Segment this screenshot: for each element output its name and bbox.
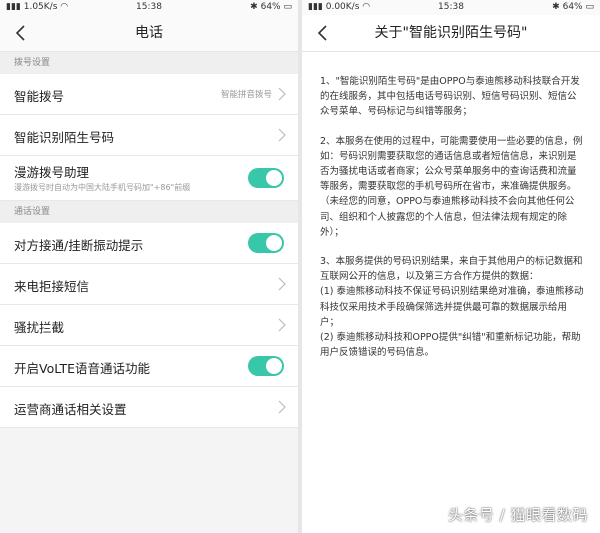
setting-value: 智能拼音拨号 bbox=[220, 90, 272, 100]
paragraph-2: 2、本服务在使用的过程中，可能需要使用一些必要的信息，例如：号码识别需要获取您的… bbox=[320, 135, 583, 238]
battery-percent: 64% bbox=[260, 2, 281, 12]
chevron-right-icon bbox=[278, 277, 286, 291]
status-right: ✱ 64% ▭ bbox=[552, 0, 594, 15]
title-bar: 关于"智能识别陌生号码" bbox=[302, 15, 600, 52]
status-bar: ▮▮▮ 0.00K/s ◠ 15:38 ✱ 64% ▭ bbox=[302, 0, 600, 15]
chevron-right-icon bbox=[278, 87, 286, 101]
battery-icon: ▭ bbox=[585, 2, 594, 12]
setting-volte: 开启VoLTE语音通话功能 bbox=[0, 346, 298, 387]
phone-settings-screen: ▮▮▮ 1.05K/s ◠ 15:38 ✱ 64% ▭ 电话 拨号设置 智能拨号… bbox=[0, 0, 298, 533]
setting-vibrate-on-connect: 对方接通/挂断振动提示 bbox=[0, 223, 298, 264]
status-right: ✱ 64% ▭ bbox=[250, 0, 292, 15]
section-header-dial: 拨号设置 bbox=[0, 52, 298, 74]
chevron-right-icon bbox=[278, 400, 286, 414]
page-title: 关于"智能识别陌生号码" bbox=[374, 25, 528, 41]
toggle-knob bbox=[266, 235, 282, 251]
vibrate-toggle[interactable] bbox=[248, 233, 284, 253]
about-content: 1、"智能识别陌生号码"是由OPPO与泰迪熊移动科技联合开发的在线服务，其中包括… bbox=[302, 52, 600, 360]
paragraph-3: 3、本服务提供的号码识别结果，来自于其他用户的标记数据和互联网公开的信息，以及第… bbox=[320, 256, 584, 359]
battery-percent: 64% bbox=[562, 2, 583, 12]
chevron-right-icon bbox=[278, 318, 286, 332]
watermark: 头条号 / 猫眼看数码 bbox=[447, 506, 588, 524]
about-screen: ▮▮▮ 0.00K/s ◠ 15:38 ✱ 64% ▭ 关于"智能识别陌生号码"… bbox=[302, 0, 600, 533]
toggle-knob bbox=[266, 358, 282, 374]
volte-toggle[interactable] bbox=[248, 356, 284, 376]
bluetooth-icon: ✱ bbox=[250, 2, 258, 12]
title-bar: 电话 bbox=[0, 15, 298, 52]
bluetooth-icon: ✱ bbox=[552, 2, 560, 12]
page-title: 电话 bbox=[135, 25, 163, 41]
setting-identify-unknown-numbers[interactable]: 智能识别陌生号码 bbox=[0, 115, 298, 156]
setting-description: 漫游拨号时自动为中国大陆手机号码加"+86"前缀 bbox=[14, 183, 191, 192]
setting-harassment-block[interactable]: 骚扰拦截 bbox=[0, 305, 298, 346]
setting-carrier-call[interactable]: 运营商通话相关设置 bbox=[0, 387, 298, 428]
status-bar: ▮▮▮ 1.05K/s ◠ 15:38 ✱ 64% ▭ bbox=[0, 0, 298, 15]
paragraph-1: 1、"智能识别陌生号码"是由OPPO与泰迪熊移动科技联合开发的在线服务，其中包括… bbox=[320, 76, 580, 118]
roaming-toggle[interactable] bbox=[248, 168, 284, 188]
chevron-right-icon bbox=[278, 128, 286, 142]
setting-roaming-dial-assistant: 漫游拨号助理 漫游拨号时自动为中国大陆手机号码加"+86"前缀 bbox=[0, 156, 298, 201]
section-header-call: 通话设置 bbox=[0, 201, 298, 223]
setting-reject-sms[interactable]: 来电拒接短信 bbox=[0, 264, 298, 305]
toggle-knob bbox=[266, 170, 282, 186]
battery-icon: ▭ bbox=[283, 2, 292, 12]
setting-smart-dial[interactable]: 智能拨号 智能拼音拨号 bbox=[0, 74, 298, 115]
